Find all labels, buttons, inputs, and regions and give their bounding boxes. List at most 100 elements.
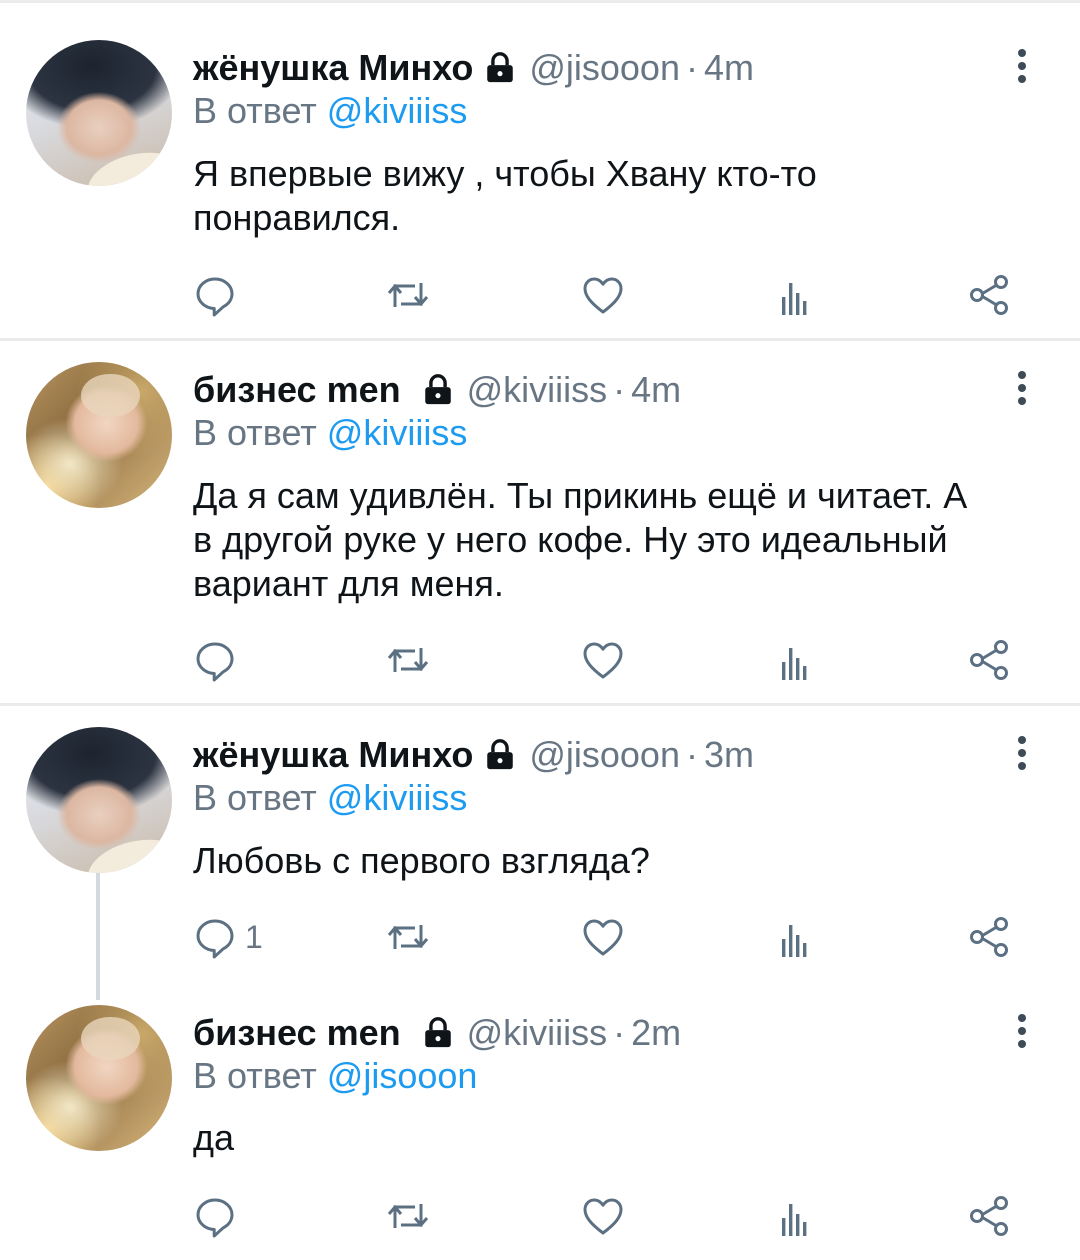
share-button[interactable] — [968, 270, 1012, 320]
tweet-text-line: в другой руке у него кофе. Ну это идеаль… — [193, 519, 948, 560]
reply-prefix: В ответ — [193, 777, 317, 818]
tweet[interactable]: бизнес men @kiviiiss · 2m В ответ @jisoo… — [0, 996, 1080, 1260]
reply-icon — [196, 642, 234, 682]
tweet-header: жёнушка Минхо @jisooon · 3m — [193, 733, 754, 777]
retweet-icon — [387, 648, 429, 672]
timestamp[interactable]: 3m — [704, 734, 754, 776]
reply-mention[interactable]: @kiviiiss — [327, 90, 468, 131]
user-handle[interactable]: @jisooon — [529, 734, 680, 776]
reply-mention[interactable]: @kiviiiss — [327, 412, 468, 453]
lock-icon — [424, 374, 451, 405]
tweet-text: Я впервые вижу , чтобы Хвану кто-то понр… — [193, 152, 1053, 240]
stats-button[interactable] — [774, 270, 818, 320]
more-icon[interactable] — [1010, 366, 1034, 410]
share-button[interactable] — [968, 635, 1012, 685]
action-bar — [0, 270, 1080, 320]
lock-icon — [487, 52, 514, 83]
tweet-text-line: да — [193, 1117, 235, 1158]
reply-context: В ответ @kiviiiss — [193, 412, 467, 454]
tweet-text-line: Любовь с первого взгляда? — [193, 840, 650, 881]
separator-dot: · — [613, 369, 626, 410]
tweet[interactable]: жёнушка Минхо @jisooon · 3m В ответ @kiv… — [0, 706, 1080, 996]
reply-icon — [196, 1198, 234, 1238]
timestamp[interactable]: 2m — [631, 1012, 681, 1054]
avatar[interactable] — [26, 362, 172, 508]
separator-dot: · — [685, 734, 698, 775]
like-icon — [583, 919, 623, 956]
reply-context: В ответ @jisooon — [193, 1055, 477, 1097]
like-icon — [583, 1198, 623, 1235]
action-bar: 1 — [0, 912, 1080, 962]
share-icon — [970, 917, 1008, 957]
retweet-icon — [387, 925, 429, 949]
stats-icon — [782, 1204, 807, 1236]
like-button[interactable] — [581, 912, 625, 962]
reply-button[interactable] — [193, 1191, 245, 1241]
tweet-header: бизнес men @kiviiiss · 4m — [193, 368, 681, 412]
avatar[interactable] — [26, 1005, 172, 1151]
reply-button[interactable]: 1 — [193, 912, 263, 962]
tweet-text-line: понравился. — [193, 197, 401, 238]
like-icon — [583, 642, 623, 679]
tweet-text: Да я сам удивлён. Ты прикинь ещё и читае… — [193, 474, 1053, 606]
more-icon[interactable] — [1010, 731, 1034, 775]
separator-dot: · — [613, 1012, 626, 1053]
reply-context: В ответ @kiviiiss — [193, 90, 467, 132]
timestamp[interactable]: 4m — [631, 369, 681, 411]
retweet-button[interactable] — [386, 1191, 430, 1241]
tweet-text: да — [193, 1116, 1053, 1160]
like-button[interactable] — [581, 1191, 625, 1241]
reply-prefix: В ответ — [193, 412, 317, 453]
reply-mention[interactable]: @kiviiiss — [327, 777, 468, 818]
reply-icon — [196, 277, 234, 317]
action-bar — [0, 635, 1080, 685]
more-icon[interactable] — [1010, 44, 1034, 88]
tweet-header: жёнушка Минхо @jisooon · 4m — [193, 46, 754, 90]
action-bar — [0, 1191, 1080, 1241]
user-handle[interactable]: @jisooon — [529, 47, 680, 89]
reply-count: 1 — [245, 918, 263, 955]
tweet-feed: жёнушка Минхо @jisooon · 4m В ответ @kiv… — [0, 0, 1080, 1260]
tweet-text-line: вариант для меня. — [193, 563, 504, 604]
share-button[interactable] — [968, 912, 1012, 962]
share-button[interactable] — [968, 1191, 1012, 1241]
like-icon — [583, 277, 623, 314]
tweet[interactable]: бизнес men @kiviiiss · 4m В ответ @kivii… — [0, 341, 1080, 703]
retweet-button[interactable] — [386, 912, 430, 962]
tweet-text-line: Да я сам удивлён. Ты прикинь ещё и читае… — [193, 475, 968, 516]
display-name[interactable]: бизнес men — [193, 1012, 401, 1054]
stats-button[interactable] — [774, 635, 818, 685]
reply-icon — [196, 919, 234, 959]
display-name[interactable]: жёнушка Минхо — [193, 47, 473, 89]
reply-mention[interactable]: @jisooon — [327, 1055, 478, 1096]
display-name[interactable]: бизнес men — [193, 369, 401, 411]
display-name[interactable]: жёнушка Минхо — [193, 734, 473, 776]
user-handle[interactable]: @kiviiiss — [467, 369, 608, 411]
user-handle[interactable]: @kiviiiss — [467, 1012, 608, 1054]
stats-button[interactable] — [774, 912, 818, 962]
like-button[interactable] — [581, 270, 625, 320]
like-button[interactable] — [581, 635, 625, 685]
lock-icon — [487, 739, 514, 770]
retweet-icon — [387, 283, 429, 307]
stats-icon — [782, 283, 807, 315]
reply-button[interactable] — [193, 270, 245, 320]
stats-icon — [782, 925, 807, 957]
share-icon — [970, 1196, 1008, 1236]
reply-context: В ответ @kiviiiss — [193, 777, 467, 819]
retweet-button[interactable] — [386, 635, 430, 685]
avatar[interactable] — [26, 40, 172, 186]
reply-prefix: В ответ — [193, 1055, 317, 1096]
tweet-text-line: Я впервые вижу , чтобы Хвану кто-то — [193, 153, 817, 194]
retweet-icon — [387, 1204, 429, 1228]
separator-dot: · — [685, 47, 698, 88]
lock-icon — [424, 1017, 451, 1048]
timestamp[interactable]: 4m — [704, 47, 754, 89]
more-icon[interactable] — [1010, 1009, 1034, 1053]
reply-prefix: В ответ — [193, 90, 317, 131]
retweet-button[interactable] — [386, 270, 430, 320]
tweet[interactable]: жёнушка Минхо @jisooon · 4m В ответ @kiv… — [0, 0, 1080, 338]
stats-button[interactable] — [774, 1191, 818, 1241]
avatar[interactable] — [26, 727, 172, 873]
reply-button[interactable] — [193, 635, 245, 685]
